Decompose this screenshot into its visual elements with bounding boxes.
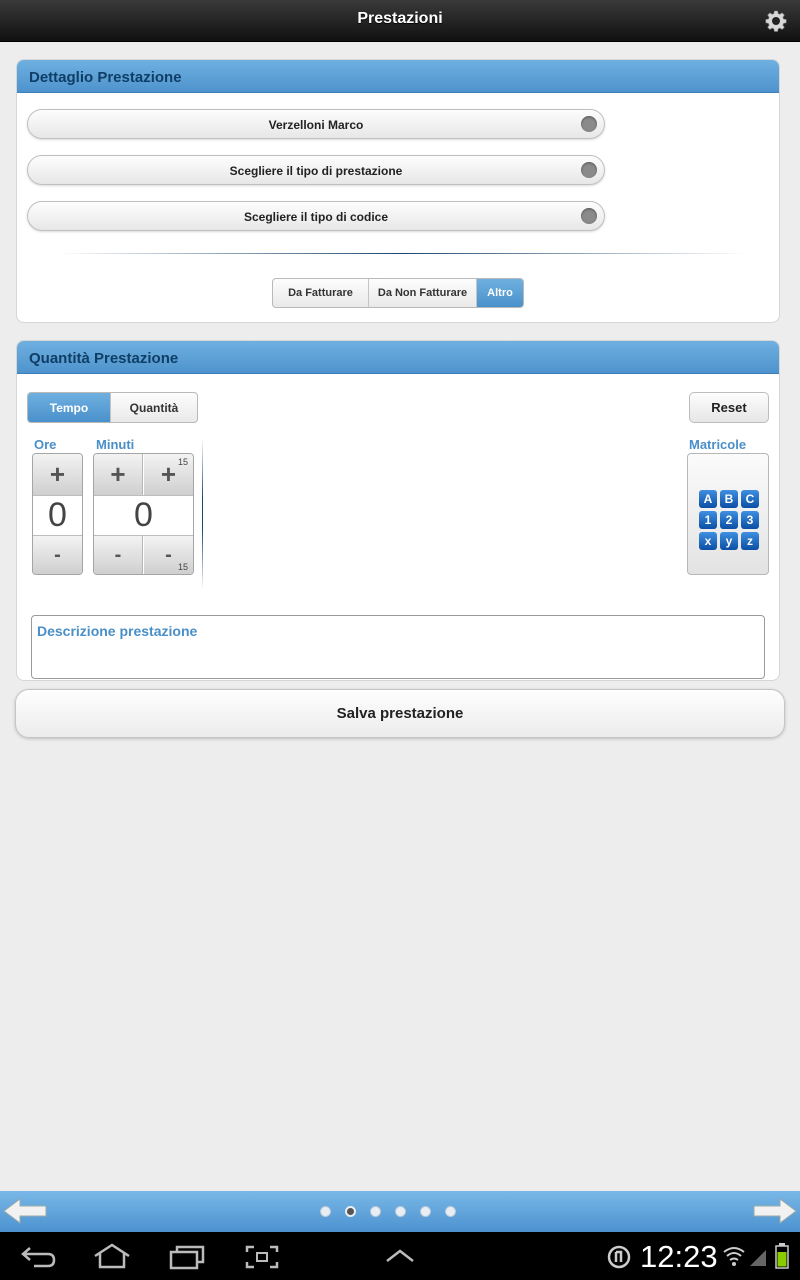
segment-altro[interactable]: Altro: [477, 279, 523, 307]
mode-segmented-control: Tempo Quantità: [27, 392, 198, 423]
keypad-key: 2: [720, 511, 738, 529]
reset-button[interactable]: Reset: [689, 392, 769, 423]
minutes-label: Minuti: [96, 437, 135, 452]
keypad-key: x: [699, 532, 717, 550]
hours-minus-button[interactable]: -: [33, 536, 82, 574]
pager-bar: [0, 1191, 800, 1232]
matricole-label: Matricole: [689, 437, 747, 452]
back-icon[interactable]: [20, 1244, 58, 1270]
code-type-select[interactable]: Scegliere il tipo di codice: [27, 201, 605, 231]
detail-panel: Dettaglio Prestazione Verzelloni Marco S…: [16, 59, 780, 323]
service-type-select-label: Scegliere il tipo di prestazione: [229, 164, 403, 178]
page-dot[interactable]: [395, 1206, 406, 1217]
plus-step-value: 15: [178, 457, 189, 467]
detail-panel-title: Dettaglio Prestazione: [17, 60, 779, 93]
screenshot-icon[interactable]: [244, 1244, 280, 1270]
segment-da-non-fatturare[interactable]: Da Non Fatturare: [369, 279, 477, 307]
wifi-icon: [723, 1247, 745, 1266]
divider: [57, 253, 747, 254]
page-indicator: [320, 1206, 456, 1217]
matricole-button[interactable]: A B C 1 2 3 x y z: [687, 453, 769, 575]
billing-segmented-control: Da Fatturare Da Non Fatturare Altro: [272, 278, 524, 308]
service-type-select[interactable]: Scegliere il tipo di prestazione: [27, 155, 605, 185]
hours-label: Ore: [34, 437, 57, 452]
tab-tempo[interactable]: Tempo: [28, 393, 111, 422]
operator-select-label: Verzelloni Marco: [268, 118, 364, 132]
code-type-select-label: Scegliere il tipo di codice: [243, 210, 389, 224]
page-dot[interactable]: [420, 1206, 431, 1217]
select-indicator-icon: [581, 162, 597, 178]
recent-apps-icon[interactable]: [168, 1244, 206, 1270]
page-title: Prestazioni: [357, 10, 443, 27]
system-bar: 12:23: [0, 1232, 800, 1280]
minutes-stepper: + + 15 0 - - 15: [93, 453, 194, 575]
page-dot[interactable]: [320, 1206, 331, 1217]
keypad-key: 1: [699, 511, 717, 529]
page-dot-active[interactable]: [345, 1206, 356, 1217]
minutes-value: 0: [94, 495, 193, 536]
arrow-left-icon[interactable]: [2, 1195, 50, 1227]
keypad-key: C: [741, 490, 759, 508]
minutes-plus-button[interactable]: +: [94, 454, 143, 495]
description-textarea[interactable]: Descrizione prestazione: [31, 615, 765, 679]
select-indicator-icon: [581, 116, 597, 132]
operator-select[interactable]: Verzelloni Marco: [27, 109, 605, 139]
hours-plus-button[interactable]: +: [33, 454, 82, 495]
keypad-icon: A B C 1 2 3 x y z: [699, 490, 759, 550]
page-dot[interactable]: [370, 1206, 381, 1217]
minutes-minus-button[interactable]: -: [94, 536, 143, 574]
keypad-key: z: [741, 532, 759, 550]
chevron-up-icon[interactable]: [384, 1248, 416, 1264]
keypad-key: A: [699, 490, 717, 508]
gear-icon[interactable]: [764, 9, 788, 33]
keypad-key: B: [720, 490, 738, 508]
segment-da-fatturare[interactable]: Da Fatturare: [273, 279, 369, 307]
page-dot[interactable]: [445, 1206, 456, 1217]
hours-value: 0: [33, 495, 82, 536]
tab-quantita[interactable]: Quantità: [111, 393, 197, 422]
accessibility-icon: [607, 1245, 631, 1269]
divider: [202, 438, 203, 590]
clock: 12:23: [640, 1239, 718, 1274]
arrow-right-icon[interactable]: [750, 1195, 798, 1227]
app-header: Prestazioni: [0, 0, 800, 42]
signal-icon: [750, 1250, 766, 1266]
home-icon[interactable]: [92, 1242, 132, 1270]
select-indicator-icon: [581, 208, 597, 224]
quantity-panel: Quantità Prestazione Tempo Quantità Rese…: [16, 340, 780, 681]
keypad-key: 3: [741, 511, 759, 529]
save-button[interactable]: Salva prestazione: [15, 689, 785, 738]
keypad-key: y: [720, 532, 738, 550]
hours-stepper: + 0 -: [32, 453, 83, 575]
minus-step-value: 15: [178, 562, 189, 572]
battery-icon: [775, 1243, 789, 1269]
quantity-panel-title: Quantità Prestazione: [17, 341, 779, 374]
